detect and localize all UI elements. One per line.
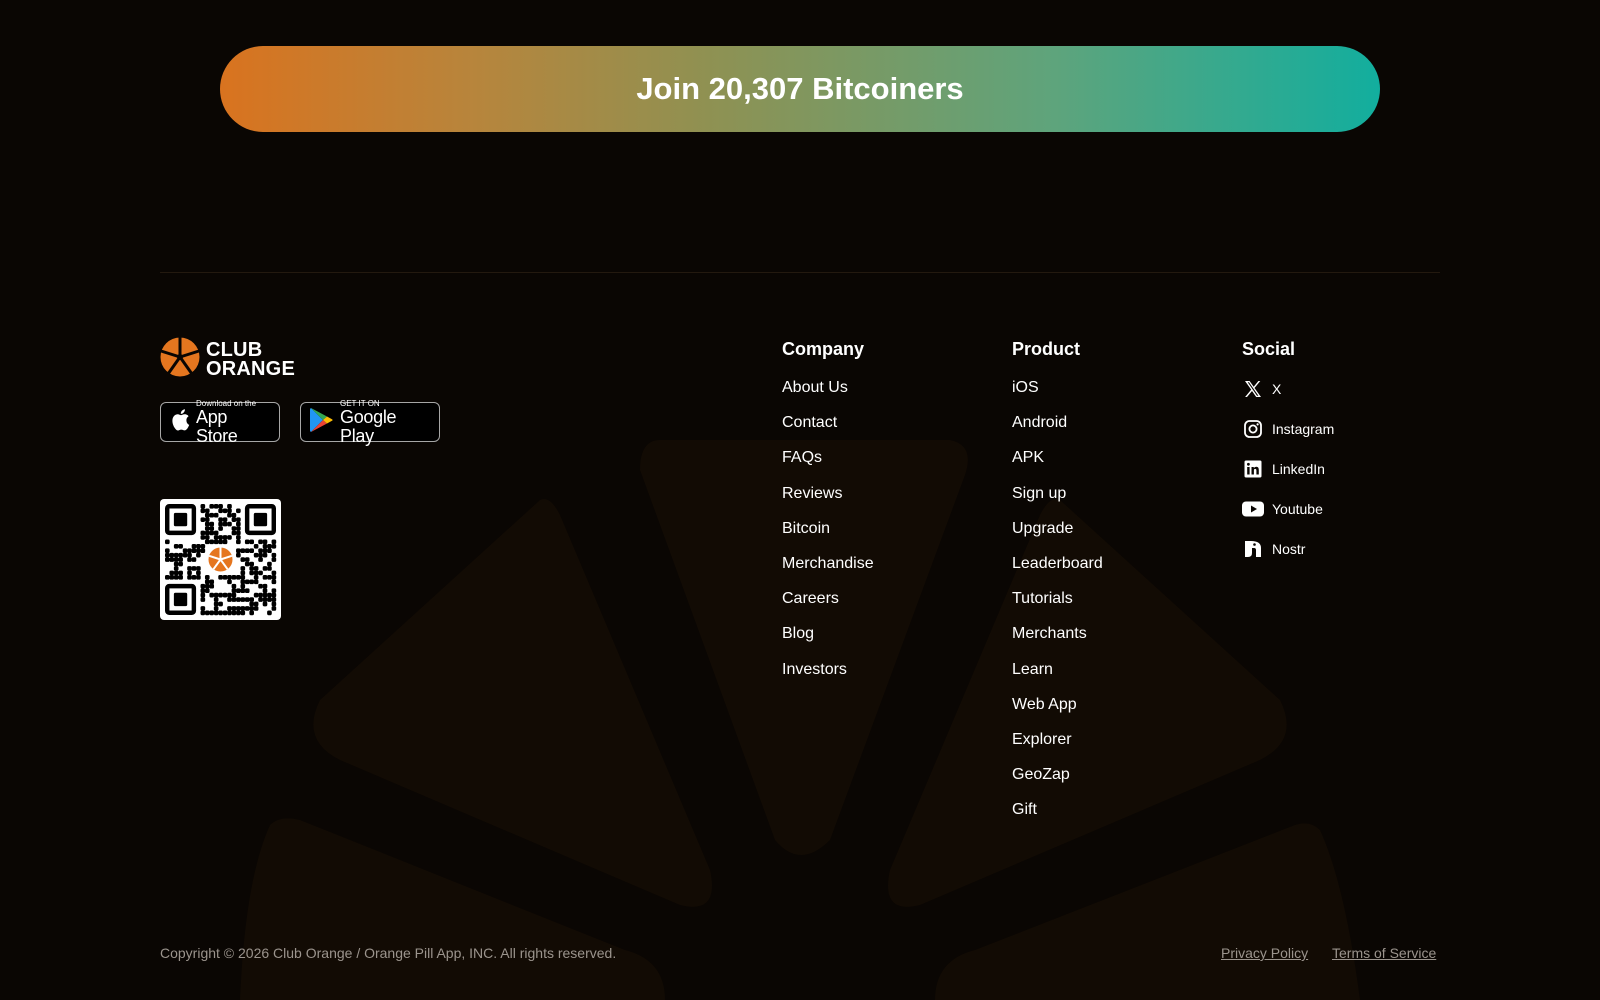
social-links: X Instagram LinkedIn Youtube Nostr [1242,378,1334,578]
social-column: Social X Instagram LinkedIn Youtube Nost… [1242,338,1334,578]
footer-link-web-app[interactable]: Web App [1012,696,1077,713]
orange-logo-icon [160,337,200,382]
app-store-button[interactable]: Download on the App Store [160,399,280,445]
footer-link-bitcoin[interactable]: Bitcoin [782,520,830,537]
apple-icon [170,408,190,436]
youtube-icon [1242,498,1264,520]
club-orange-logo[interactable]: CLUB ORANGE [160,337,295,382]
linkedin-icon [1242,458,1264,480]
footer-link-upgrade[interactable]: Upgrade [1012,520,1073,537]
footer-link-merchants[interactable]: Merchants [1012,625,1087,642]
footer-link-merchandise[interactable]: Merchandise [782,555,874,572]
copyright-text: Copyright © 2026 Club Orange / Orange Pi… [160,945,617,961]
company-column: Company About Us Contact FAQs Reviews Bi… [782,338,874,695]
privacy-policy-link[interactable]: Privacy Policy [1221,945,1308,961]
instagram-icon [1242,418,1264,440]
footer-link-reviews[interactable]: Reviews [782,485,842,502]
social-link-linkedin[interactable]: LinkedIn [1242,458,1325,480]
social-link-instagram[interactable]: Instagram [1242,418,1334,440]
social-label-x: X [1272,381,1282,397]
footer-link-faqs[interactable]: FAQs [782,449,822,466]
join-button[interactable]: Join 20,307 Bitcoiners [220,46,1380,132]
product-column: Product iOS Android APK Sign up Upgrade … [1012,338,1103,835]
social-link-youtube[interactable]: Youtube [1242,498,1323,520]
company-heading: Company [782,339,865,359]
google-play-big-text: Google Play [340,406,397,446]
footer-link-tutorials[interactable]: Tutorials [1012,590,1073,607]
app-store-big-text: App Store [196,406,238,446]
footer-link-about-us[interactable]: About Us [782,379,848,396]
product-heading: Product [1012,339,1081,359]
logo-line-orange: ORANGE [206,357,295,380]
terms-of-service-link[interactable]: Terms of Service [1332,945,1436,961]
social-link-nostr[interactable]: Nostr [1242,538,1305,560]
product-links: iOS Android APK Sign up Upgrade Leaderbo… [1012,378,1103,835]
footer-link-sign-up[interactable]: Sign up [1012,485,1066,502]
footer-link-careers[interactable]: Careers [782,590,839,607]
social-heading: Social [1242,339,1296,359]
footer-link-contact[interactable]: Contact [782,414,837,431]
footer-link-leaderboard[interactable]: Leaderboard [1012,555,1103,572]
logo-wordmark: CLUB ORANGE [206,338,295,380]
footer-link-apk[interactable]: APK [1012,449,1044,466]
footer-link-blog[interactable]: Blog [782,625,814,642]
nostr-icon [1242,538,1264,560]
footer-link-geozap[interactable]: GeoZap [1012,766,1070,783]
footer-link-explorer[interactable]: Explorer [1012,731,1072,748]
social-label-linkedin: LinkedIn [1272,461,1325,477]
social-label-youtube: Youtube [1272,501,1323,517]
company-links: About Us Contact FAQs Reviews Bitcoin Me… [782,378,874,695]
social-label-instagram: Instagram [1272,421,1335,437]
social-link-x[interactable]: X [1242,378,1281,400]
footer-link-android[interactable]: Android [1012,414,1067,431]
divider [160,272,1440,273]
footer-link-ios[interactable]: iOS [1012,379,1039,396]
google-play-icon [310,407,334,438]
footer-link-learn[interactable]: Learn [1012,661,1053,678]
download-qr-code [160,499,281,620]
x-icon [1242,378,1264,400]
google-play-button[interactable]: GET IT ON Google Play [300,399,440,445]
social-label-nostr: Nostr [1272,541,1306,557]
footer-link-investors[interactable]: Investors [782,661,847,678]
footer-link-gift[interactable]: Gift [1012,801,1037,818]
logo-line-club: CLUB [206,338,263,361]
